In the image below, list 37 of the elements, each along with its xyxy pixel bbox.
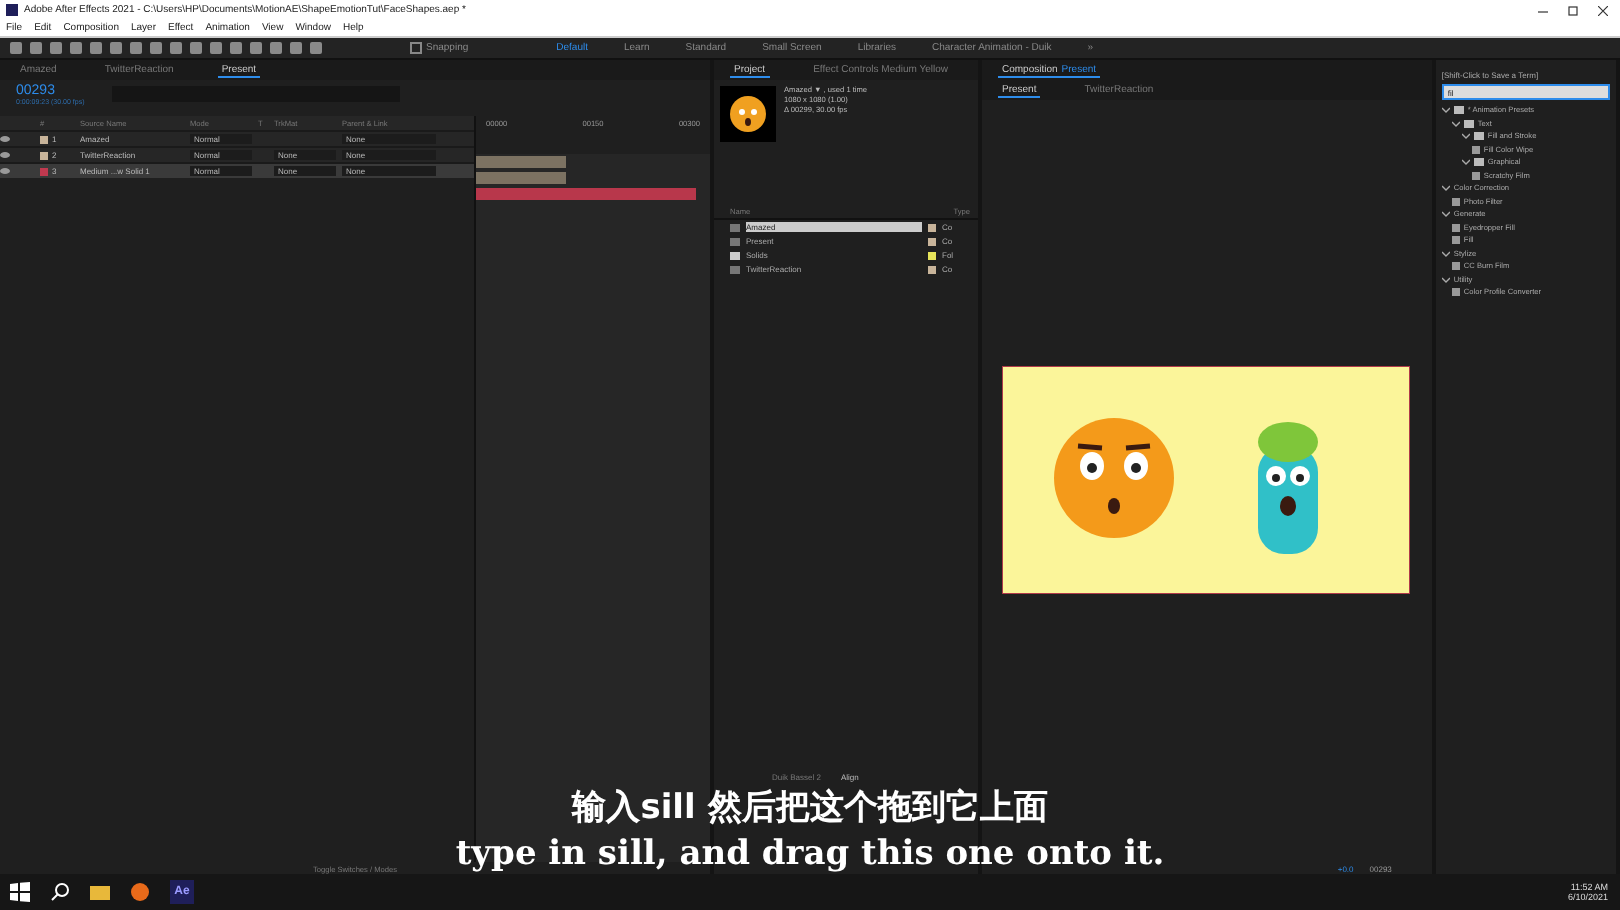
label-color[interactable] — [928, 265, 936, 273]
effect-icon — [1471, 145, 1480, 154]
subtitle: type in sill, and drag this one onto it. — [455, 834, 1165, 874]
browser-icon[interactable] — [130, 882, 150, 902]
composition-icon — [730, 265, 740, 273]
effect-icon — [1451, 197, 1460, 206]
caret-icon[interactable] — [1461, 132, 1470, 141]
app-logo-icon — [6, 4, 18, 16]
face-drawing — [1054, 417, 1175, 537]
caret-icon[interactable] — [1441, 210, 1450, 219]
label-color[interactable] — [40, 167, 48, 175]
label-color[interactable] — [40, 151, 48, 159]
subtitle: 输入sill 然后把这个拖到它上面 — [572, 786, 1048, 830]
folder-icon — [730, 251, 740, 259]
label-color[interactable] — [928, 251, 936, 259]
label-color[interactable] — [928, 223, 936, 231]
effect-icon — [1471, 171, 1480, 180]
folder-icon — [1473, 158, 1484, 167]
close-icon[interactable] — [1598, 5, 1608, 15]
caret-icon[interactable] — [1461, 158, 1470, 167]
caret-icon[interactable] — [1441, 184, 1450, 193]
minimize-icon[interactable] — [1538, 5, 1548, 15]
caret-icon[interactable] — [1441, 275, 1450, 284]
caret-icon[interactable] — [1441, 106, 1450, 115]
effect-icon — [1451, 262, 1460, 271]
windows-start-icon[interactable] — [10, 882, 30, 902]
face-drawing — [730, 96, 766, 132]
search-icon[interactable] — [50, 882, 70, 902]
maximize-icon[interactable] — [1568, 5, 1578, 15]
snapping-checkbox[interactable] — [410, 42, 422, 54]
caret-icon[interactable] — [1451, 119, 1460, 128]
label-color[interactable] — [928, 237, 936, 245]
caret-icon[interactable] — [1441, 249, 1450, 258]
character-drawing — [1258, 421, 1319, 553]
label-color[interactable] — [40, 135, 48, 143]
folder-icon[interactable] — [90, 882, 110, 902]
effect-icon — [1451, 288, 1460, 297]
